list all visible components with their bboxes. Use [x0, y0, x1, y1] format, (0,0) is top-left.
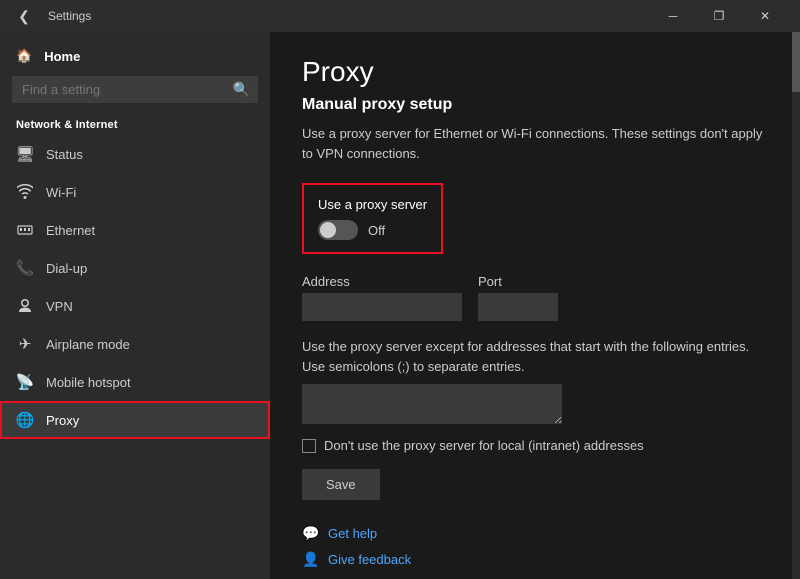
feedback-label: Give feedback — [328, 552, 411, 567]
get-help-icon: 💬 — [302, 524, 320, 542]
sidebar-item-proxy[interactable]: 🌐 Proxy — [0, 401, 270, 439]
main-container: 🏠 Home 🔍 Network & Internet 🖥 Status Wi-… — [0, 32, 800, 579]
address-label: Address — [302, 274, 462, 289]
toggle-status: Off — [368, 223, 385, 238]
checkbox-row: Don't use the proxy server for local (in… — [302, 438, 768, 453]
exceptions-input[interactable] — [302, 384, 562, 424]
sidebar-item-label: Dial-up — [46, 261, 87, 276]
toggle-row: Off — [318, 220, 427, 240]
back-button[interactable]: ❮ — [12, 4, 36, 28]
toggle-thumb — [320, 222, 336, 238]
airplane-icon: ✈ — [16, 335, 34, 353]
sidebar-item-label: VPN — [46, 299, 73, 314]
search-box[interactable]: 🔍 — [12, 76, 258, 103]
sidebar-item-label: Proxy — [46, 413, 79, 428]
proxy-toggle-label: Use a proxy server — [318, 197, 427, 212]
titlebar: ❮ Settings ─ ❐ ✕ — [0, 0, 800, 32]
status-icon: 🖥 — [16, 145, 34, 163]
sidebar-item-status[interactable]: 🖥 Status — [0, 135, 270, 173]
scrollbar-thumb[interactable] — [792, 32, 800, 92]
address-field-group: Address — [302, 274, 462, 321]
titlebar-controls: ─ ❐ ✕ — [650, 0, 788, 32]
address-input[interactable] — [302, 293, 462, 321]
description-text: Use a proxy server for Ethernet or Wi-Fi… — [302, 124, 768, 163]
feedback-icon: 👤 — [302, 550, 320, 568]
save-button[interactable]: Save — [302, 469, 380, 500]
sidebar: 🏠 Home 🔍 Network & Internet 🖥 Status Wi-… — [0, 32, 270, 579]
port-label: Port — [478, 274, 558, 289]
sidebar-item-label: Airplane mode — [46, 337, 130, 352]
get-help-link[interactable]: 💬 Get help — [302, 524, 768, 542]
sidebar-item-wifi[interactable]: Wi-Fi — [0, 173, 270, 211]
hotspot-icon: 📡 — [16, 373, 34, 391]
search-input[interactable] — [12, 76, 258, 103]
content-area: Proxy Manual proxy setup Use a proxy ser… — [270, 32, 800, 579]
port-input[interactable] — [478, 293, 558, 321]
restore-button[interactable]: ❐ — [696, 0, 742, 32]
titlebar-title: Settings — [48, 9, 91, 23]
sidebar-item-vpn[interactable]: VPN — [0, 287, 270, 325]
checkbox-label: Don't use the proxy server for local (in… — [324, 438, 644, 453]
port-field-group: Port — [478, 274, 558, 321]
proxy-toggle-switch[interactable] — [318, 220, 358, 240]
ethernet-icon — [16, 221, 34, 239]
dialup-icon: 📞 — [16, 259, 34, 277]
titlebar-nav: ❮ Settings — [12, 4, 91, 28]
proxy-icon: 🌐 — [16, 411, 34, 429]
local-addresses-checkbox[interactable] — [302, 439, 316, 453]
home-item[interactable]: 🏠 Home — [0, 32, 270, 72]
search-icon: 🔍 — [233, 81, 250, 98]
home-icon: 🏠 — [16, 48, 32, 64]
home-label: Home — [44, 49, 80, 64]
exceptions-description: Use the proxy server except for addresse… — [302, 337, 768, 376]
proxy-toggle-box: Use a proxy server Off — [302, 183, 443, 254]
wifi-icon — [16, 183, 34, 201]
scrollbar-track[interactable] — [792, 32, 800, 579]
help-section: 💬 Get help 👤 Give feedback — [302, 524, 768, 568]
sidebar-item-dialup[interactable]: 📞 Dial-up — [0, 249, 270, 287]
close-button[interactable]: ✕ — [742, 0, 788, 32]
sidebar-item-label: Mobile hotspot — [46, 375, 131, 390]
get-help-label: Get help — [328, 526, 377, 541]
network-section-label: Network & Internet — [0, 111, 270, 135]
sidebar-item-label: Ethernet — [46, 223, 95, 238]
sidebar-item-airplane[interactable]: ✈ Airplane mode — [0, 325, 270, 363]
section-title: Manual proxy setup — [302, 96, 768, 114]
address-port-row: Address Port — [302, 274, 768, 321]
sidebar-item-label: Wi-Fi — [46, 185, 76, 200]
sidebar-item-ethernet[interactable]: Ethernet — [0, 211, 270, 249]
sidebar-item-hotspot[interactable]: 📡 Mobile hotspot — [0, 363, 270, 401]
page-title: Proxy — [302, 56, 768, 88]
vpn-icon — [16, 297, 34, 315]
sidebar-item-label: Status — [46, 147, 83, 162]
minimize-button[interactable]: ─ — [650, 0, 696, 32]
feedback-link[interactable]: 👤 Give feedback — [302, 550, 768, 568]
